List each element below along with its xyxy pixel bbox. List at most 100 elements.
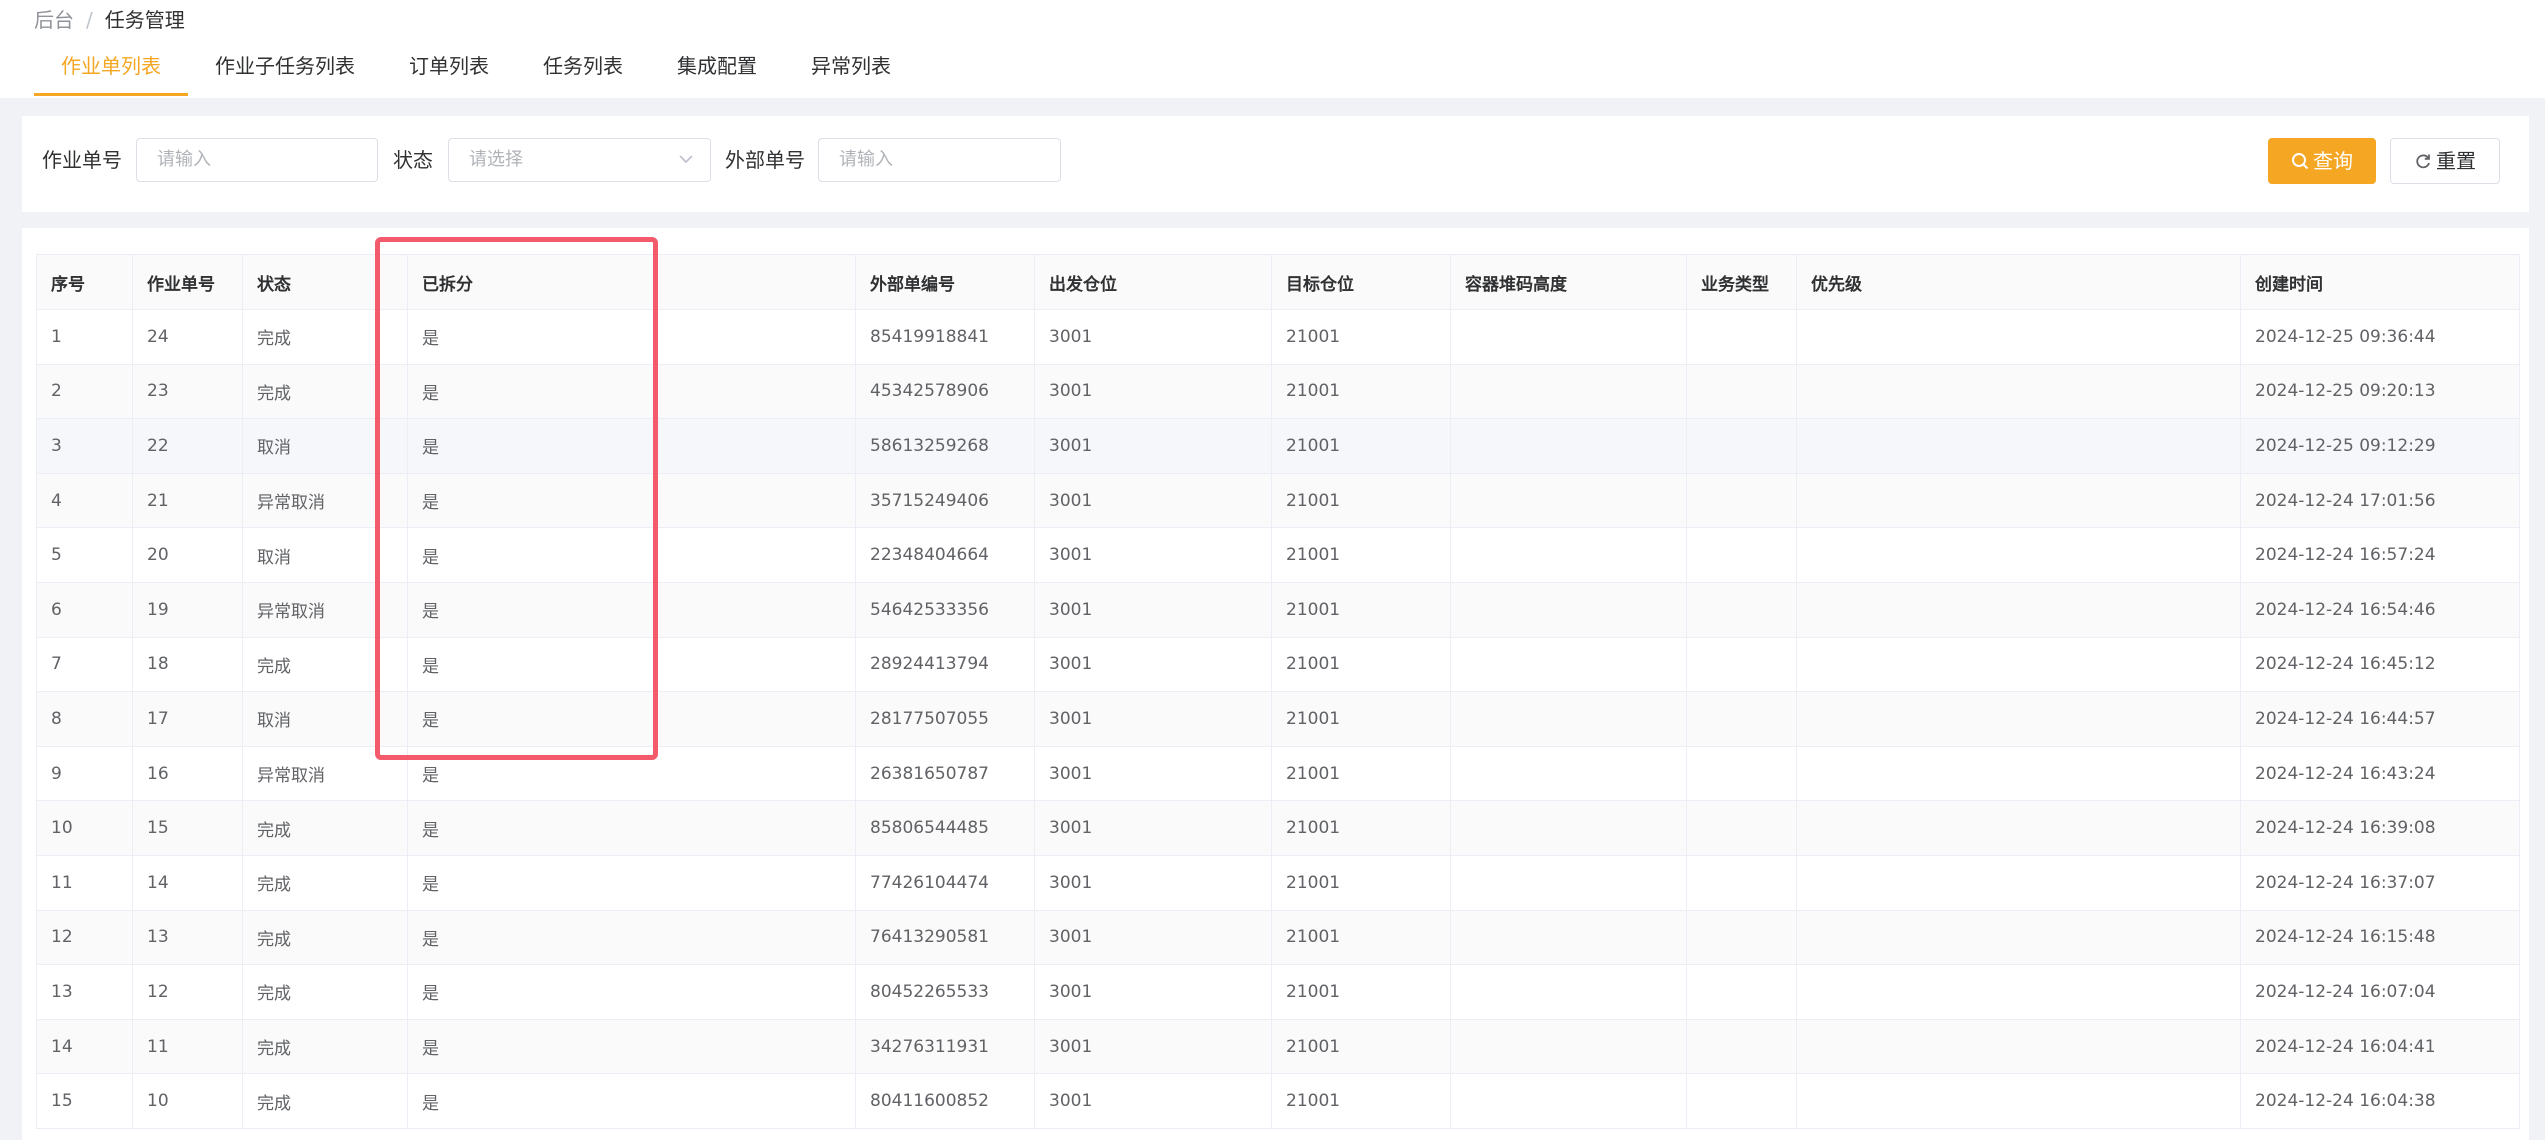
cell-status: 完成 [242,1073,408,1129]
cell-seq-no: 10 [36,800,133,856]
cell-business-type [1686,854,1797,911]
work-order-table: 序号 作业单号 状态 已拆分 外部单编号 出发仓位 目标仓位 容器堆码高度 业务类型 优先级 创建时… [36,254,2520,1129]
cell-split: 是 [407,964,856,1020]
cell-target-location: 21001 [1271,363,1451,420]
table-row[interactable]: 3 22 取消是 58613259268 3001 21001 2024-12-25 09:… [36,418,2520,474]
column-header-business-type[interactable]: 业务类型 [1686,254,1797,310]
column-header-external-no[interactable]: 外部单编号 [855,254,1035,310]
table-row[interactable]: 5 20 取消是 22348404664 3001 21001 2024-12-24 16:… [36,527,2520,583]
cell-stack-height [1450,636,1687,693]
table-row[interactable]: 13 12 完成是 80452265533 3001 21001 2024-12-24 16… [36,964,2520,1020]
cell-business-type [1686,745,1797,802]
tab-integration-config[interactable]: 集成配置 [650,46,784,96]
cell-split: 是 [407,854,856,911]
cell-priority [1796,800,2241,856]
cell-created-time: 2024-12-24 17:01:56 [2240,472,2520,529]
cell-status: 完成 [242,1018,408,1075]
cell-split: 是 [407,1018,856,1075]
cell-priority [1796,854,2241,911]
table-row[interactable]: 14 11 完成是 34276311931 3001 21001 2024-12-24 16… [36,1018,2520,1075]
cell-split: 是 [407,800,856,856]
table-row[interactable]: 15 10 完成是 80411600852 3001 21001 2024-12-24 16… [36,1073,2520,1129]
table-row[interactable]: 6 19 异常取消是 54642533356 3001 21001 2024-12-24 1… [36,581,2520,638]
cell-priority [1796,472,2241,529]
table-row[interactable]: 10 15 完成是 85806544485 3001 21001 2024-12-24 16… [36,800,2520,856]
tab-task-list[interactable]: 任务列表 [516,46,650,96]
column-header-status[interactable]: 状态 [242,254,408,310]
reset-button[interactable]: 重置 [2390,138,2500,184]
cell-seq-no: 3 [36,418,133,474]
cell-seq-no: 15 [36,1073,133,1129]
cell-stack-height [1450,964,1687,1020]
cell-business-type [1686,964,1797,1020]
cell-status: 异常取消 [242,581,408,638]
table-row[interactable]: 8 17 取消是 28177507055 3001 21001 2024-12-24 16:… [36,691,2520,747]
cell-split: 是 [407,527,856,583]
tab-work-order-list[interactable]: 作业单列表 [34,46,188,96]
column-header-work-order-no[interactable]: 作业单号 [132,254,243,310]
cell-split: 是 [407,309,856,365]
cell-status: 完成 [242,800,408,856]
cell-business-type [1686,363,1797,420]
column-header-created-time[interactable]: 创建时间 [2240,254,2520,310]
external-no-input[interactable]: 请输入 [818,138,1061,182]
cell-created-time: 2024-12-24 16:07:04 [2240,964,2520,1020]
cell-target-location: 21001 [1271,1018,1451,1075]
cell-target-location: 21001 [1271,800,1451,856]
cell-stack-height [1450,691,1687,747]
external-no-label: 外部单号 [725,148,805,172]
cell-priority [1796,363,2241,420]
tab-order-list[interactable]: 订单列表 [382,46,516,96]
order-no-input[interactable]: 请输入 [136,138,378,182]
column-header-stack-height[interactable]: 容器堆码高度 [1450,254,1687,310]
cell-created-time: 2024-12-24 16:37:07 [2240,854,2520,911]
column-header-split[interactable]: 已拆分 [407,254,856,310]
table-row[interactable]: 9 16 异常取消是 26381650787 3001 21001 2024-12-24 1… [36,745,2520,802]
cell-target-location: 21001 [1271,418,1451,474]
cell-status: 完成 [242,964,408,1020]
cell-seq-no: 5 [36,527,133,583]
table-row[interactable]: 12 13 完成是 76413290581 3001 21001 2024-12-24 16… [36,909,2520,966]
cell-stack-height [1450,309,1687,365]
cell-business-type [1686,527,1797,583]
column-header-priority[interactable]: 优先级 [1796,254,2241,310]
cell-priority [1796,309,2241,365]
cell-external-no: 76413290581 [855,909,1035,966]
cell-stack-height [1450,745,1687,802]
cell-stack-height [1450,800,1687,856]
tab-work-subtask-list[interactable]: 作业子任务列表 [188,46,382,96]
query-button[interactable]: 查询 [2268,138,2376,184]
cell-work-order-no: 14 [132,854,243,911]
cell-external-no: 80411600852 [855,1073,1035,1129]
breadcrumb-home[interactable]: 后台 [34,8,74,32]
status-select[interactable]: 请选择 [448,138,711,182]
table-row[interactable]: 2 23 完成是 45342578906 3001 21001 2024-12-25 09:… [36,363,2520,420]
cell-business-type [1686,1018,1797,1075]
cell-status: 取消 [242,691,408,747]
cell-status: 完成 [242,909,408,966]
cell-seq-no: 14 [36,1018,133,1075]
table-row[interactable]: 4 21 异常取消是 35715249406 3001 21001 2024-12-24 1… [36,472,2520,529]
status-label: 状态 [393,148,433,172]
top-header: 后台 / 任务管理 作业单列表 作业子任务列表 订单列表 任务列表 集成配置 异常列… [0,0,2545,98]
cell-work-order-no: 12 [132,964,243,1020]
table-row[interactable]: 1 24 完成是 85419918841 3001 21001 2024-12-25 09:… [36,309,2520,365]
table-row[interactable]: 11 14 完成是 77426104474 3001 21001 2024-12-24 16… [36,854,2520,911]
column-header-seq-no[interactable]: 序号 [36,254,133,310]
cell-seq-no: 7 [36,636,133,693]
cell-business-type [1686,909,1797,966]
refresh-icon [2414,141,2432,185]
column-header-target-location[interactable]: 目标仓位 [1271,254,1451,310]
column-header-origin-location[interactable]: 出发仓位 [1034,254,1272,310]
tab-exception-list[interactable]: 异常列表 [784,46,918,96]
cell-origin-location: 3001 [1034,854,1272,911]
cell-business-type [1686,1073,1797,1129]
cell-business-type [1686,691,1797,747]
cell-external-no: 45342578906 [855,363,1035,420]
order-no-label: 作业单号 [42,148,122,172]
cell-work-order-no: 21 [132,472,243,529]
breadcrumb-current: 任务管理 [104,8,185,32]
cell-external-no: 85806544485 [855,800,1035,856]
cell-stack-height [1450,854,1687,911]
table-row[interactable]: 7 18 完成是 28924413794 3001 21001 2024-12-24 16:… [36,636,2520,693]
